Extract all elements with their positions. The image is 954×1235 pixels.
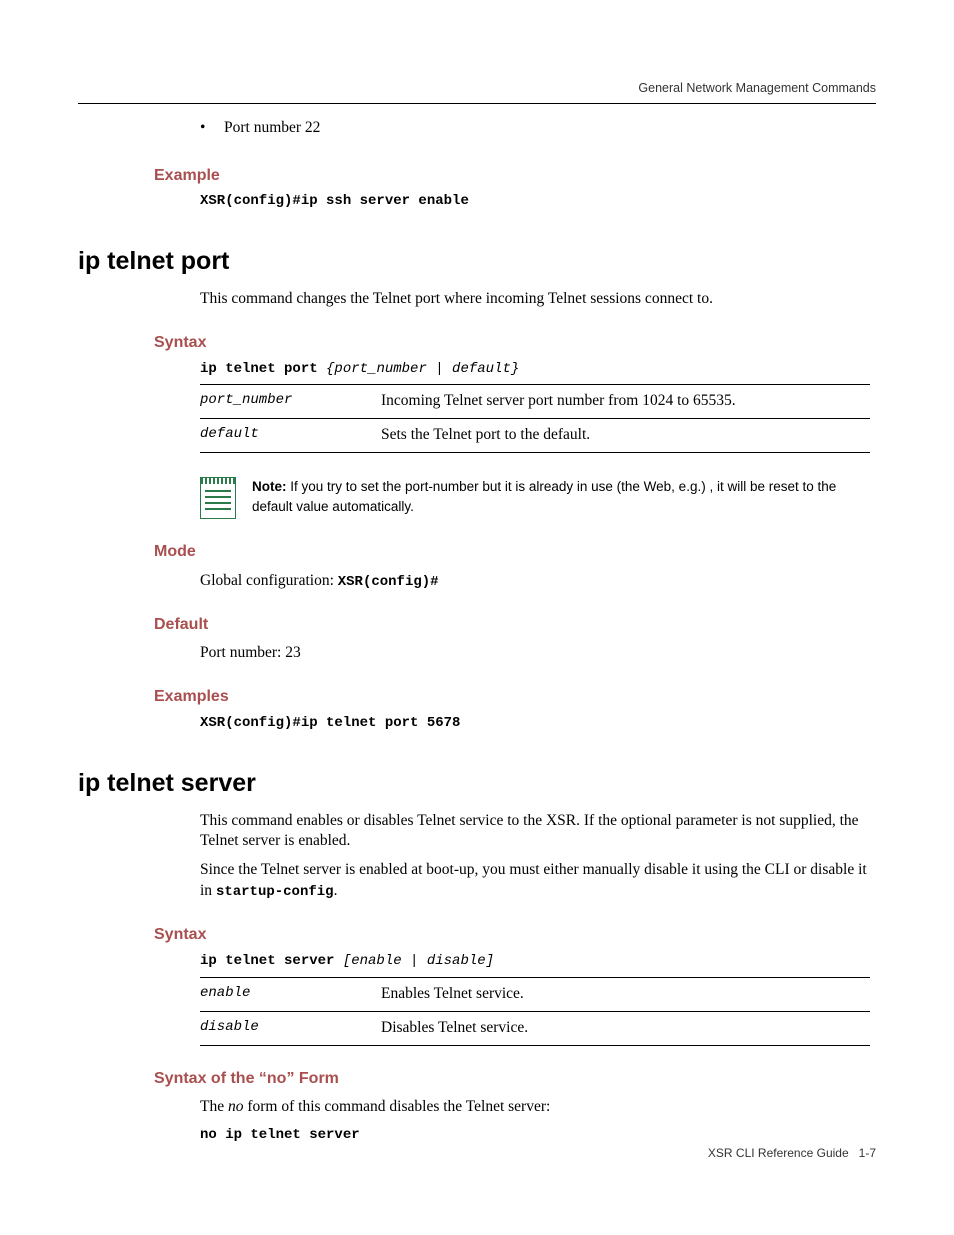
- syntax-line: ip telnet port {port_number | default}: [200, 360, 876, 379]
- note-label: Note:: [252, 479, 287, 494]
- note-text: Note: If you try to set the port-number …: [252, 477, 876, 516]
- text-em: no: [228, 1098, 244, 1115]
- no-form-heading: Syntax of the “no” Form: [154, 1068, 876, 1090]
- desc-part: .: [334, 882, 338, 899]
- desc-code: startup-config: [216, 884, 334, 900]
- bullet-item: •Port number 22: [200, 118, 876, 139]
- command-description: Since the Telnet server is enabled at bo…: [200, 860, 876, 902]
- table-row: port_number Incoming Telnet server port …: [200, 385, 870, 419]
- bullet-icon: •: [200, 118, 224, 139]
- syntax-heading: Syntax: [154, 332, 876, 354]
- note-body: If you try to set the port-number but it…: [252, 479, 836, 514]
- param-key: port_number: [200, 385, 381, 419]
- command-description: This command changes the Telnet port whe…: [200, 289, 876, 310]
- mode-code: XSR(config)#: [338, 574, 439, 590]
- no-form-text: The no form of this command disables the…: [200, 1097, 876, 1118]
- text-part: form of this command disables the Telnet…: [243, 1098, 550, 1115]
- examples-heading: Examples: [154, 686, 876, 708]
- command-title: ip telnet port: [78, 245, 876, 279]
- syntax-heading: Syntax: [154, 924, 876, 946]
- param-key: enable: [200, 977, 381, 1011]
- syntax-keyword: ip telnet port: [200, 361, 326, 377]
- note-icon: [200, 477, 236, 519]
- page-footer: XSR CLI Reference Guide 1-7: [708, 1145, 876, 1161]
- mode-heading: Mode: [154, 541, 876, 563]
- page-header: General Network Management Commands: [78, 80, 876, 104]
- table-row: default Sets the Telnet port to the defa…: [200, 419, 870, 453]
- mode-text: Global configuration: XSR(config)#: [200, 571, 876, 592]
- param-desc: Enables Telnet service.: [381, 977, 870, 1011]
- default-text: Port number: 23: [200, 643, 876, 664]
- examples-code: XSR(config)#ip telnet port 5678: [200, 714, 876, 733]
- syntax-keyword: ip telnet server: [200, 953, 343, 969]
- mode-label: Global configuration:: [200, 572, 338, 589]
- command-description: This command enables or disables Telnet …: [200, 811, 876, 853]
- header-title: General Network Management Commands: [638, 81, 876, 95]
- parameter-table: enable Enables Telnet service. disable D…: [200, 977, 870, 1046]
- param-key: disable: [200, 1011, 381, 1045]
- param-desc: Sets the Telnet port to the default.: [381, 419, 870, 453]
- command-title: ip telnet server: [78, 767, 876, 801]
- note-block: Note: If you try to set the port-number …: [200, 477, 876, 519]
- parameter-table: port_number Incoming Telnet server port …: [200, 384, 870, 453]
- table-row: enable Enables Telnet service.: [200, 977, 870, 1011]
- param-key: default: [200, 419, 381, 453]
- footer-book: XSR CLI Reference Guide: [708, 1146, 849, 1160]
- table-row: disable Disables Telnet service.: [200, 1011, 870, 1045]
- bullet-text: Port number 22: [224, 119, 320, 136]
- example-heading: Example: [154, 165, 876, 187]
- param-desc: Disables Telnet service.: [381, 1011, 870, 1045]
- example-code: XSR(config)#ip ssh server enable: [200, 192, 876, 211]
- default-heading: Default: [154, 614, 876, 636]
- syntax-args: {port_number | default}: [326, 361, 519, 377]
- syntax-line: ip telnet server [enable | disable]: [200, 952, 876, 971]
- no-form-code: no ip telnet server: [200, 1126, 876, 1145]
- text-part: The: [200, 1098, 228, 1115]
- param-desc: Incoming Telnet server port number from …: [381, 385, 870, 419]
- syntax-args: [enable | disable]: [343, 953, 494, 969]
- footer-page: 1-7: [859, 1146, 876, 1160]
